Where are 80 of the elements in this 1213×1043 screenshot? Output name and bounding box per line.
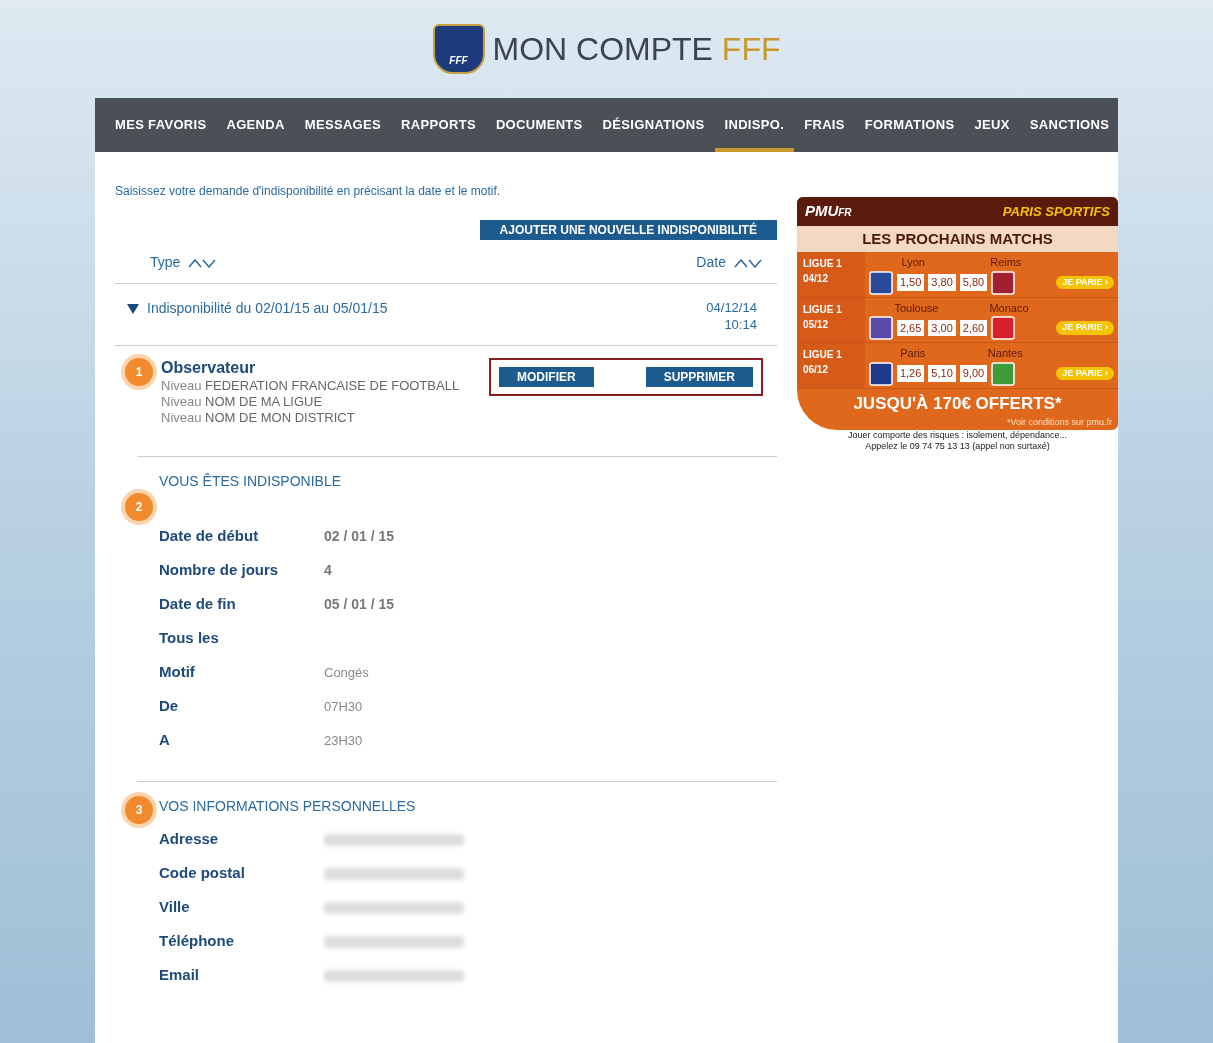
field-label: Email: [159, 965, 201, 986]
league-label: LIGUE 1: [802, 257, 843, 271]
level-line: Niveau FEDERATION FRANCAISE DE FOOTBALL: [161, 377, 461, 394]
federation-crest-logo: FFF: [432, 24, 485, 74]
team-name: Paris: [900, 346, 926, 361]
row-time: 10:14: [724, 317, 757, 331]
level-line: Niveau NOM DE MA LIGUE: [161, 393, 324, 410]
team-name: Nantes: [987, 346, 1023, 361]
field-label: Tous les: [159, 628, 220, 649]
unavailability-row-label[interactable]: Indisponibilité du 02/01/15 au 05/01/15: [147, 298, 388, 319]
odds-value[interactable]: 2,60: [959, 319, 988, 337]
nav-tab[interactable]: RAPPORTS: [391, 98, 486, 152]
match-date: 06/12: [802, 363, 829, 377]
ad-brand-logo: PMUFR: [804, 201, 852, 221]
gambling-warning: Jouer comporte des risques : isolement, dépendance...: [846, 429, 1068, 441]
ad-conditions: *Voir conditions sur pmu.fr: [1005, 416, 1113, 429]
add-unavailability-button[interactable]: AJOUTER UNE NOUVELLE INDISPONIBILITÉ: [479, 220, 777, 240]
field-value: 02 / 01 / 15: [324, 527, 395, 546]
league-label: LIGUE 1: [802, 302, 843, 317]
nav-tab[interactable]: DÉSIGNATIONS: [592, 98, 715, 152]
sort-arrows-icon[interactable]: [733, 257, 762, 268]
level-line: Niveau NOM DE MON DISTRICT: [161, 409, 356, 426]
match-date: 05/12: [802, 317, 829, 332]
field-label: Ville: [159, 897, 191, 918]
row-date: 04/12/14: [706, 299, 757, 317]
odds-value[interactable]: 1,26: [896, 365, 925, 382]
action-button[interactable]: MODIFIER: [499, 366, 594, 387]
team-name: Lyon: [901, 255, 925, 270]
nav-tab[interactable]: AGENDA: [216, 98, 295, 152]
field-value: 07H30: [324, 697, 363, 716]
field-value: 05 / 01 / 15: [324, 595, 395, 614]
ad-offer: JUSQU'À 170€ OFFERTS*: [852, 392, 1063, 415]
field-value: 23H30: [324, 731, 363, 750]
ad-tagline: PARIS SPORTIFS: [1002, 202, 1110, 221]
section-title: VOS INFORMATIONS PERSONNELLES: [159, 796, 416, 816]
nav-tab[interactable]: MESSAGES: [294, 98, 392, 152]
column-header[interactable]: Date: [696, 252, 726, 273]
league-label: LIGUE 1: [802, 348, 843, 362]
sort-arrows-icon[interactable]: [188, 257, 217, 268]
nav-tab[interactable]: FRAIS: [794, 98, 855, 152]
team-name: Reims: [990, 255, 1022, 270]
odds-value[interactable]: 9,00: [959, 365, 988, 382]
match-date: 04/12: [802, 272, 829, 286]
odds-value[interactable]: 3,80: [928, 274, 956, 291]
field-label: Adresse: [159, 829, 220, 850]
field-label: Motif: [159, 662, 196, 683]
field-label: Nombre de jours: [159, 560, 280, 581]
nav-tab[interactable]: JEUX: [964, 98, 1020, 152]
nav-tab[interactable]: INDISPO.: [714, 98, 795, 152]
ad-heading: LES PROCHAINS MATCHS: [796, 225, 1118, 252]
team-name: Toulouse: [894, 300, 939, 316]
field-label: A: [159, 730, 171, 751]
field-label: Date de début: [159, 526, 260, 547]
expand-triangle-icon[interactable]: [127, 303, 139, 314]
column-header[interactable]: Type: [150, 252, 181, 273]
nav-tab[interactable]: SANCTIONS: [1019, 98, 1120, 152]
team-name: Monaco: [989, 300, 1029, 316]
field-label: De: [159, 696, 180, 717]
field-label: Code postal: [159, 863, 246, 884]
step-number-badge: 3: [125, 795, 153, 824]
step-number-badge: 1: [125, 357, 153, 386]
role-title: Observateur: [161, 357, 257, 378]
field-value: Congés: [324, 663, 369, 682]
nav-tab[interactable]: DOCUMENTS: [485, 98, 593, 152]
field-value: 4: [324, 561, 332, 580]
betting-ad-banner[interactable]: [796, 197, 1118, 430]
odds-value[interactable]: 1,50: [896, 274, 925, 291]
section-title: VOUS ÊTES INDISPONIBLE: [159, 471, 342, 491]
helpline-text: Appelez le 09 74 75 13 13 (appel non surtaxé): [864, 440, 1051, 452]
nav-tab[interactable]: MES FAVORIS: [105, 98, 217, 152]
field-label: Téléphone: [159, 931, 235, 952]
intro-text: Saisissez votre demande d'indisponibilité en précisant la date et le motif.: [115, 183, 502, 200]
nav-tab[interactable]: FORMATIONS: [854, 98, 965, 152]
site-title: MON COMPTE FFF: [492, 30, 781, 69]
odds-value[interactable]: 2,65: [896, 319, 925, 337]
odds-value[interactable]: 5,80: [959, 274, 988, 291]
odds-value[interactable]: 5,10: [928, 365, 956, 382]
action-button[interactable]: SUPPRIMER: [645, 366, 753, 387]
field-label: Date de fin: [159, 594, 237, 615]
odds-value[interactable]: 3,00: [928, 319, 956, 337]
